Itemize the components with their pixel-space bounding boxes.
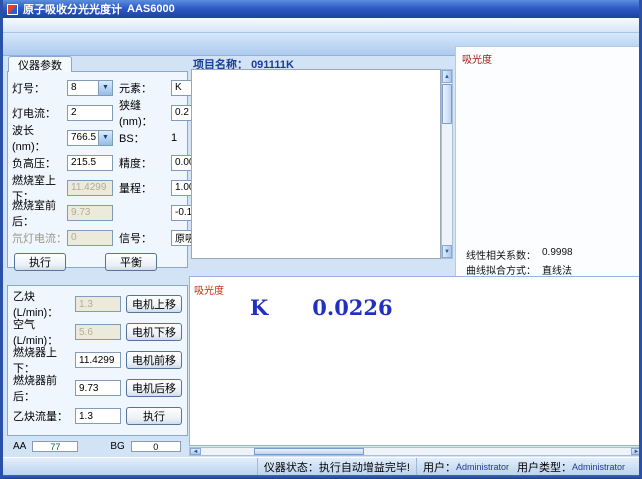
precision-label: 精度： [119, 155, 171, 171]
lamp-no-select[interactable]: 8▼ [67, 80, 113, 96]
corr-coef-value: 0.9998 [542, 247, 573, 262]
window-border-bottom [3, 475, 639, 479]
status-interlocks [3, 458, 257, 475]
acetylene-flow-label: 乙炔流量： [13, 408, 75, 424]
tab-instrument-params[interactable]: 仪器参数 [8, 56, 72, 72]
status-user: 用户： Administrator 用户类型： Administrator [416, 458, 639, 475]
signal-label: 信号： [119, 230, 171, 246]
calibration-chart [456, 61, 641, 243]
chamber-ud-input: 11.4299 [67, 180, 113, 196]
instrument-params-panel: 灯号： 8▼ 元素： K▼ 灯电流： 2 狭缝(nm)： 0.2▼ 波长(nm)… [7, 71, 188, 268]
motor-up-button[interactable]: 电机上移 [126, 295, 182, 313]
corr-coef-label: 线性相关系数： [466, 247, 536, 262]
status-instrument: 仪器状态： 执行自动增益完毕! [257, 458, 416, 475]
bg-value-box: 0 [131, 441, 181, 452]
menu-bar [3, 18, 639, 33]
range-label: 量程： [119, 180, 171, 196]
d2-current-input: 0 [67, 230, 113, 246]
instrument-status-label: 仪器状态： [264, 459, 319, 475]
acetylene-input: 1.3 [75, 296, 121, 312]
scroll-left-icon[interactable]: ◄ [190, 448, 201, 455]
chevron-down-icon[interactable]: ▼ [98, 131, 112, 145]
element-label: 元素： [119, 80, 171, 96]
execute-button[interactable]: 执行 [14, 253, 66, 271]
flame-params-panel: 乙炔(L/min)： 1.3 电机上移 空气(L/min)： 5.6 电机下移 … [7, 285, 188, 436]
scroll-down-icon[interactable]: ▼ [442, 245, 452, 258]
window-title: 原子吸收分光光度计 [23, 1, 122, 17]
user-value: Administrator [456, 462, 509, 472]
status-bar: 仪器状态： 执行自动增益完毕! 用户： Administrator 用户类型： … [3, 457, 639, 475]
calibration-panel: 吸光度 线性相关系数： 0.9998 曲线拟合方式： 直线法 [455, 46, 642, 280]
aa-progress-value: 77 [33, 442, 77, 451]
dynamic-chart-panel: 吸光度 K 0.0226 [189, 276, 642, 446]
lamp-current-input[interactable]: 2 [67, 105, 113, 121]
chart-scrollbar: ◄ ► [189, 447, 642, 456]
hscroll-thumb[interactable] [254, 448, 364, 455]
scroll-right-icon[interactable]: ► [631, 448, 642, 455]
wavelength-label: 波长(nm)： [12, 122, 67, 154]
window-subtitle: AAS6000 [127, 3, 175, 15]
neg-hv-input[interactable]: 215.5 [67, 155, 113, 171]
wavelength-select[interactable]: 766.5▼ [67, 130, 113, 146]
burner-fb-input[interactable]: 9.73 [75, 380, 121, 396]
motor-forward-button[interactable]: 电机前移 [126, 351, 182, 369]
fit-method-label: 曲线拟合方式： [466, 262, 536, 277]
acetylene-flow-input[interactable]: 1.3 [75, 408, 121, 424]
bs-value: 1 [171, 132, 177, 144]
chevron-down-icon[interactable]: ▼ [98, 81, 112, 95]
burner-ud-input[interactable]: 11.4299 [75, 352, 121, 368]
bs-label: BS： [119, 130, 171, 146]
user-type-label: 用户类型： [517, 459, 572, 475]
lamp-no-label: 灯号： [12, 80, 67, 96]
fit-method-value: 直线法 [542, 262, 572, 277]
aa-progress-bar: 77 [32, 441, 78, 452]
app-window: 原子吸收分光光度计 AAS6000 仪器参数 灯号： 8▼ 元素： K▼ 灯电流… [0, 0, 642, 479]
air-input: 5.6 [75, 324, 121, 340]
results-table [191, 69, 441, 259]
flame-execute-button[interactable]: 执行 [126, 407, 182, 425]
energy-indicator-row: AA 77 BG 0 [7, 440, 188, 453]
lamp-current-label: 灯电流： [12, 105, 67, 121]
scroll-thumb[interactable] [442, 84, 452, 124]
chamber-fb-label: 燃烧室前后： [12, 197, 67, 229]
burner-fb-label: 燃烧器前后： [13, 372, 75, 404]
bg-label: BG [110, 441, 124, 452]
user-label: 用户： [423, 459, 456, 475]
scroll-up-icon[interactable]: ▲ [442, 70, 452, 83]
instrument-status-value: 执行自动增益完毕! [319, 459, 410, 475]
chamber-fb-input: 9.73 [67, 205, 113, 221]
neg-hv-label: 负高压： [12, 155, 67, 171]
user-type-value: Administrator [572, 462, 625, 472]
slit-label: 狭缝(nm)： [119, 97, 171, 129]
dynamic-chart [190, 277, 642, 445]
balance-button[interactable]: 平衡 [105, 253, 157, 271]
aa-label: AA [13, 441, 26, 452]
motor-down-button[interactable]: 电机下移 [126, 323, 182, 341]
app-icon [7, 4, 18, 15]
d2-current-label: 氘灯电流： [12, 230, 67, 246]
table-scrollbar: ▲ ▼ [441, 69, 453, 259]
motor-back-button[interactable]: 电机后移 [126, 379, 182, 397]
title-bar: 原子吸收分光光度计 AAS6000 [3, 0, 639, 18]
